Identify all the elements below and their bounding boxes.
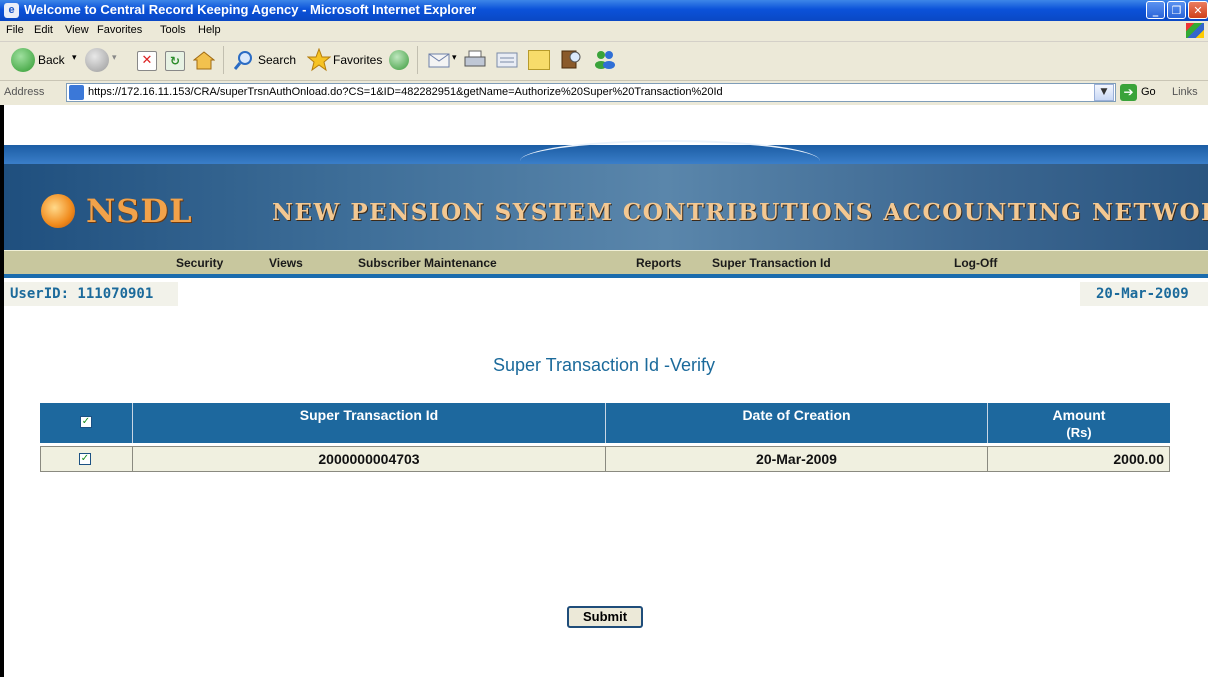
back-button-label[interactable]: Back xyxy=(38,53,65,67)
address-url[interactable]: https://172.16.11.153/CRA/superTrsnAuthO… xyxy=(88,86,723,98)
back-arrow-icon[interactable] xyxy=(11,48,35,72)
nav-views[interactable]: Views xyxy=(269,256,303,270)
header-date-of-creation: Date of Creation xyxy=(606,403,988,443)
windows-logo-icon xyxy=(1186,23,1204,38)
stop-icon[interactable]: ✕ xyxy=(137,51,157,71)
header-select-cell: ✓ xyxy=(40,403,133,443)
nsdl-logo-icon xyxy=(41,194,75,228)
discuss-icon[interactable] xyxy=(528,50,550,70)
super-transaction-table: ✓ Super Transaction Id Date of Creation … xyxy=(40,403,1170,472)
refresh-icon[interactable]: ↻ xyxy=(165,51,185,71)
links-label[interactable]: Links xyxy=(1172,86,1198,98)
header-amount-unit: (Rs) xyxy=(1066,425,1092,440)
cell-amount: 2000.00 xyxy=(988,446,1170,472)
go-arrow-icon[interactable]: ➔ xyxy=(1120,84,1137,101)
nav-subscriber-maintenance[interactable]: Subscriber Maintenance xyxy=(358,256,497,270)
favorites-star-icon[interactable] xyxy=(306,47,332,72)
forward-arrow-icon[interactable] xyxy=(85,48,109,72)
mail-dropdown-icon[interactable]: ▾ xyxy=(452,53,457,63)
history-icon[interactable] xyxy=(389,50,409,70)
window-titlebar[interactable]: e Welcome to Central Record Keeping Agen… xyxy=(0,0,1208,21)
header-super-transaction-id: Super Transaction Id xyxy=(133,403,606,443)
submit-button[interactable]: Submit xyxy=(567,606,643,628)
header-amount-label: Amount xyxy=(1052,407,1106,423)
address-dropdown-icon[interactable]: ▼ xyxy=(1094,84,1114,101)
home-icon[interactable] xyxy=(192,50,216,70)
header-amount: Amount (Rs) xyxy=(988,403,1170,443)
nav-security[interactable]: Security xyxy=(176,256,223,270)
toolbar-separator xyxy=(417,46,418,74)
page-icon xyxy=(69,85,84,100)
current-date: 20-Mar-2009 xyxy=(1096,286,1189,302)
cell-super-transaction-id: 2000000004703 xyxy=(133,446,606,472)
table-row[interactable]: ✓ 2000000004703 20-Mar-2009 2000.00 xyxy=(40,446,1170,472)
nav-log-off[interactable]: Log-Off xyxy=(954,256,997,270)
forward-dropdown-icon[interactable]: ▾ xyxy=(112,53,117,63)
print-icon[interactable] xyxy=(464,50,486,70)
menu-help[interactable]: Help xyxy=(198,24,221,36)
search-button-label[interactable]: Search xyxy=(258,53,296,67)
minimize-button[interactable]: _ xyxy=(1146,1,1165,19)
banner-title: NEW PENSION SYSTEM CONTRIBUTIONS ACCOUNT… xyxy=(272,199,1208,226)
row-checkbox[interactable]: ✓ xyxy=(79,453,91,465)
toolbar-separator xyxy=(223,46,224,74)
main-nav: Security Views Subscriber Maintenance Re… xyxy=(4,250,1208,275)
menu-favorites[interactable]: Favorites xyxy=(97,24,142,36)
menu-edit[interactable]: Edit xyxy=(34,24,53,36)
maximize-button[interactable]: ❐ xyxy=(1167,1,1186,19)
go-button-label[interactable]: Go xyxy=(1141,86,1156,98)
ie-icon: e xyxy=(4,3,19,18)
select-all-checkbox[interactable]: ✓ xyxy=(80,416,92,428)
nav-super-transaction-id[interactable]: Super Transaction Id xyxy=(712,256,831,270)
nsdl-logo-text: NSDL xyxy=(86,192,193,230)
menu-view[interactable]: View xyxy=(65,24,89,36)
back-dropdown-icon[interactable]: ▾ xyxy=(72,53,77,63)
search-icon[interactable] xyxy=(233,50,254,70)
messenger-icon[interactable] xyxy=(593,48,617,70)
row-select-cell: ✓ xyxy=(40,446,133,472)
mail-icon[interactable] xyxy=(428,50,450,70)
nav-underline xyxy=(4,274,1208,278)
user-id: UserID: 111070901 xyxy=(10,286,154,302)
research-icon[interactable] xyxy=(560,48,582,70)
menu-tools[interactable]: Tools xyxy=(160,24,186,36)
menu-bar: File Edit View Favorites Tools Help xyxy=(0,21,1208,42)
banner-swirl-decoration xyxy=(520,140,820,182)
page-title: Super Transaction Id -Verify xyxy=(492,355,716,375)
menu-file[interactable]: File xyxy=(6,24,24,36)
favorites-button-label[interactable]: Favorites xyxy=(333,53,382,67)
edit-page-icon[interactable] xyxy=(496,50,518,70)
window-title: Welcome to Central Record Keeping Agency… xyxy=(24,2,477,17)
cell-date-of-creation: 20-Mar-2009 xyxy=(606,446,988,472)
address-label: Address xyxy=(4,86,45,98)
nav-reports[interactable]: Reports xyxy=(636,256,681,270)
close-button[interactable]: ✕ xyxy=(1188,1,1208,19)
